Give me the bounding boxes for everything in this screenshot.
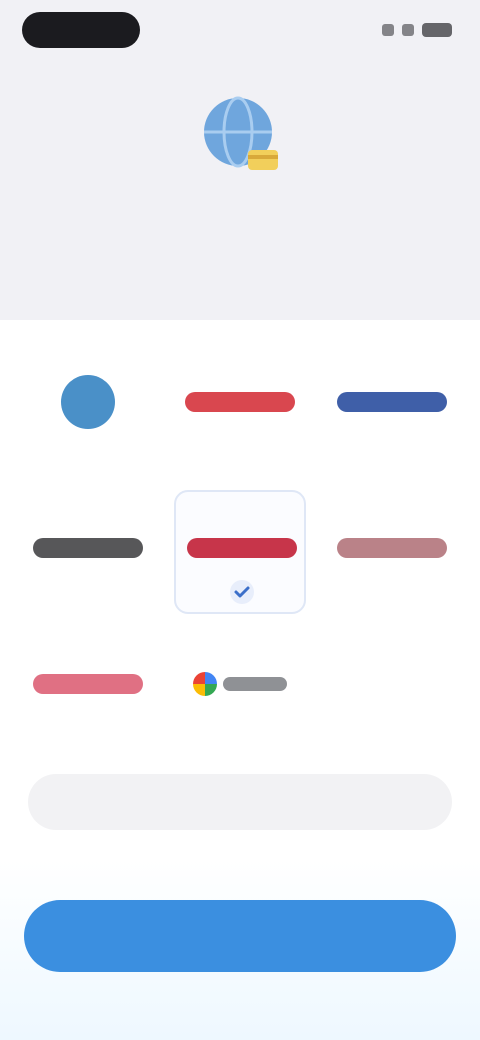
payment-option-6[interactable] (326, 490, 458, 602)
battery-icon (422, 23, 452, 37)
payment-option-5[interactable] (174, 490, 306, 614)
payment-option-1[interactable] (22, 352, 154, 464)
payment-option-2[interactable] (174, 352, 306, 464)
payment-logo-7 (33, 674, 143, 694)
payment-option-3[interactable] (326, 352, 458, 464)
wifi-icon (402, 24, 414, 36)
secondary-button[interactable] (28, 774, 452, 830)
status-bar (0, 0, 480, 60)
payment-option-4[interactable] (22, 490, 154, 602)
primary-continue-button[interactable] (24, 900, 456, 972)
page-title-line-1 (60, 195, 420, 235)
screen (0, 0, 480, 1040)
header-area (0, 0, 480, 320)
payment-option-8[interactable] (174, 628, 306, 740)
signal-icon (382, 24, 394, 36)
payment-option-7[interactable] (22, 628, 154, 740)
payment-logo-2 (185, 392, 295, 412)
status-time-pill (22, 12, 140, 48)
payment-logo-5 (187, 538, 297, 558)
globe-card-icon (204, 96, 278, 170)
page-title (60, 195, 420, 275)
page-title-line-2 (60, 235, 420, 275)
payment-logo-3 (337, 392, 447, 412)
google-pay-logo-icon (193, 672, 287, 696)
status-indicators (382, 18, 452, 42)
payment-logo-4 (33, 538, 143, 558)
payment-logo-1 (61, 375, 115, 429)
selected-check-icon (230, 580, 254, 604)
payment-logo-6 (337, 538, 447, 558)
